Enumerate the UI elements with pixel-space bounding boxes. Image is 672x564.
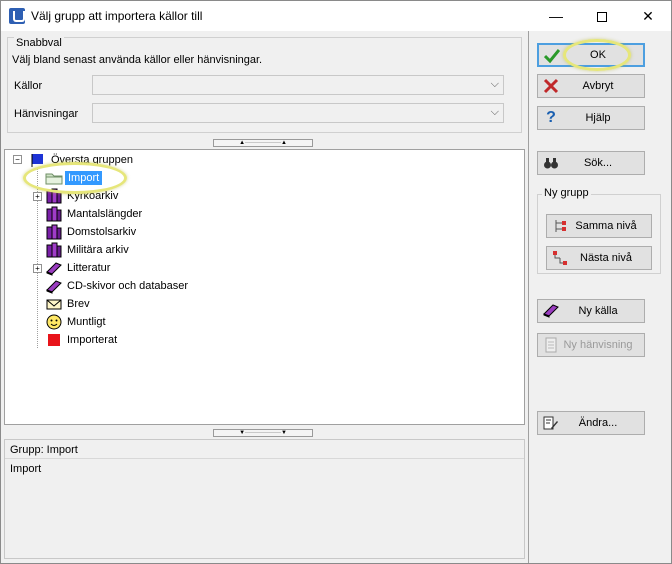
- chevron-down-icon: ⌵: [490, 106, 499, 118]
- tree-item-label: Muntligt: [67, 316, 106, 328]
- hanvisningar-combo[interactable]: ⌵: [92, 103, 504, 123]
- group-tree[interactable]: − Översta gruppen Import + Kyrkoarkiv Ma…: [4, 149, 525, 425]
- search-button[interactable]: Sök...: [537, 151, 645, 175]
- help-question-icon: ?: [546, 109, 556, 126]
- ny-grupp-legend: Ny grupp: [542, 187, 591, 199]
- tree-item-label: Militära arkiv: [67, 244, 129, 256]
- books-icon: [46, 206, 62, 222]
- app-icon: [9, 8, 25, 24]
- expand-icon[interactable]: +: [33, 192, 42, 201]
- book-icon: [46, 280, 62, 294]
- tree-item-label: Mantalslängder: [67, 208, 143, 220]
- close-icon: ✕: [642, 8, 654, 24]
- snabbval-group: Snabbval Välj bland senast använda källo…: [7, 37, 522, 133]
- grupp-text-area: Import: [5, 458, 524, 558]
- blue-flag-icon: [31, 154, 43, 167]
- books-icon: [46, 188, 62, 204]
- same-level-button[interactable]: Samma nivå: [546, 214, 652, 238]
- hanvisningar-label: Hänvisningar: [14, 108, 79, 120]
- red-square-icon: [48, 334, 60, 346]
- expand-icon[interactable]: +: [33, 264, 42, 273]
- ok-button[interactable]: OK: [537, 43, 645, 67]
- tree-item-label: CD-skivor och databaser: [67, 280, 189, 292]
- button-pane: OK Avbryt ? Hjälp Sök... Ny grupp Samma …: [528, 31, 671, 563]
- book-icon: [543, 304, 559, 318]
- collapse-icon[interactable]: −: [13, 155, 22, 164]
- new-reference-button[interactable]: Ny hänvisning: [537, 333, 645, 357]
- grupp-value: Import: [10, 463, 42, 475]
- tree-item-label: Import: [65, 171, 103, 185]
- books-icon: [46, 224, 62, 240]
- book-icon: [46, 262, 62, 276]
- left-pane: Snabbval Välj bland senast använda källo…: [1, 31, 528, 563]
- ny-grupp-group: Ny grupp Samma nivå Nästa nivå: [537, 187, 661, 274]
- top-splitter-handle[interactable]: ▲··················▲: [213, 139, 313, 147]
- checkmark-icon: [544, 49, 560, 64]
- smiley-icon: [46, 314, 62, 330]
- title-bar: Välj grupp att importera källor till — ✕: [1, 1, 671, 31]
- grupp-info-panel: Grupp: Import Import: [4, 439, 525, 559]
- minimize-button[interactable]: —: [533, 1, 579, 31]
- bottom-splitter-handle[interactable]: ▼··················▼: [213, 429, 313, 437]
- dialog-window: Välj grupp att importera källor till — ✕…: [0, 0, 672, 564]
- next-level-icon: [553, 251, 567, 265]
- cancel-button[interactable]: Avbryt: [537, 74, 645, 98]
- maximize-button[interactable]: [579, 1, 625, 31]
- edit-button[interactable]: Ändra...: [537, 411, 645, 435]
- document-icon: [545, 337, 557, 353]
- help-button[interactable]: ? Hjälp: [537, 106, 645, 130]
- books-icon: [46, 242, 62, 258]
- tree-item-label: Brev: [67, 298, 90, 310]
- same-level-icon: [555, 220, 566, 232]
- snabbval-legend: Snabbval: [14, 37, 64, 49]
- binoculars-icon: [544, 158, 558, 169]
- tree-root-label: Översta gruppen: [51, 154, 133, 166]
- tree-item-label: Importerat: [67, 334, 118, 346]
- window-title: Välj grupp att importera källor till: [31, 9, 203, 23]
- tree-item-label: Domstolsarkiv: [67, 226, 137, 238]
- grupp-label: Grupp: Import: [10, 444, 78, 456]
- new-source-button[interactable]: Ny källa: [537, 299, 645, 323]
- kallor-label: Källor: [14, 80, 43, 92]
- snabbval-description: Välj bland senast använda källor eller h…: [12, 54, 263, 66]
- maximize-icon: [597, 12, 607, 23]
- minimize-icon: —: [549, 8, 563, 24]
- cancel-x-icon: [543, 78, 559, 94]
- kallor-combo[interactable]: ⌵: [92, 75, 504, 95]
- folder-icon: [45, 173, 63, 185]
- chevron-down-icon: ⌵: [490, 78, 499, 90]
- close-button[interactable]: ✕: [625, 1, 671, 31]
- envelope-icon: [46, 299, 62, 310]
- tree-item-label: Kyrkoarkiv: [67, 190, 119, 202]
- tree-item-label: Litteratur: [67, 262, 111, 274]
- next-level-button[interactable]: Nästa nivå: [546, 246, 652, 270]
- edit-pencil-icon: [543, 416, 558, 430]
